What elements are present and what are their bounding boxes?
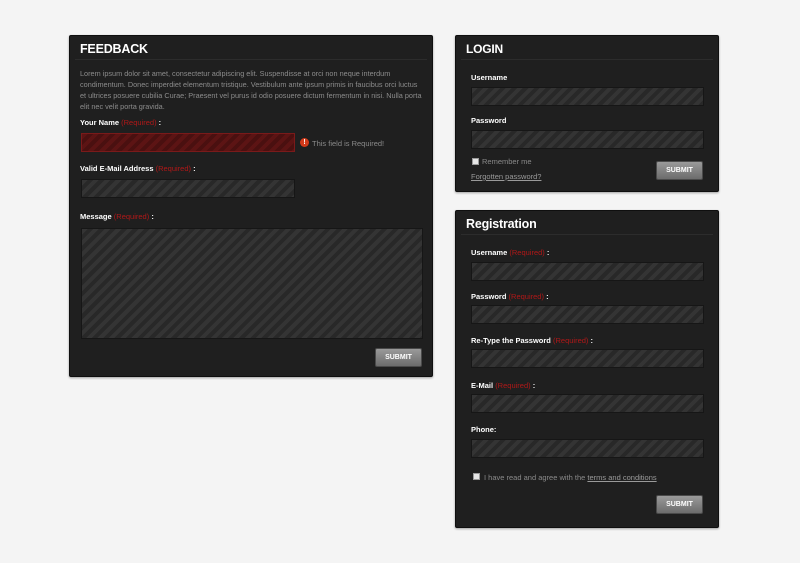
reg-email-text: E-Mail (471, 381, 494, 390)
reg-password-text: Password (471, 292, 507, 301)
reg-username-text: Username (471, 248, 508, 257)
reg-username-colon: : (546, 248, 550, 257)
reg-retype-text: Re-Type the Password (471, 336, 551, 345)
reg-retype-input[interactable] (471, 349, 704, 368)
login-password-label: Password (471, 116, 507, 125)
email-input[interactable] (81, 179, 295, 198)
reg-phone-input[interactable] (471, 439, 704, 458)
feedback-title: FEEDBACK (75, 36, 427, 60)
name-colon: : (158, 118, 162, 127)
email-required: (Required) (155, 164, 192, 173)
terms-link[interactable]: terms and conditions (587, 473, 656, 482)
forgot-password-link[interactable]: Forgotten password? (471, 172, 541, 181)
name-label: Your Name (Required) : (80, 118, 161, 127)
message-label: Message (Required) : (80, 212, 154, 221)
reg-username-input[interactable] (471, 262, 704, 281)
reg-password-label: Password (Required) : (471, 292, 549, 301)
agree-text: I have read and agree with the (484, 473, 586, 482)
error-icon: ! (300, 138, 309, 147)
reg-retype-colon: : (590, 336, 594, 345)
reg-username-required: (Required) (509, 248, 545, 257)
login-password-input[interactable] (471, 130, 704, 149)
reg-phone-label: Phone: (471, 425, 497, 434)
message-label-text: Message (80, 212, 112, 221)
reg-retype-required: (Required) (552, 336, 589, 345)
registration-panel: Registration Username (Required) : Passw… (455, 210, 719, 528)
remember-checkbox[interactable] (472, 158, 479, 165)
login-panel: LOGIN Username Password Remember me Forg… (455, 35, 719, 192)
reg-email-input[interactable] (471, 394, 704, 413)
login-username-input[interactable] (471, 87, 704, 106)
message-colon: : (151, 212, 154, 221)
name-error-text: This field is Required! (312, 139, 385, 148)
registration-title: Registration (461, 211, 713, 235)
reg-email-label: E-Mail (Required) : (471, 381, 535, 390)
message-textarea[interactable] (81, 228, 423, 339)
login-submit-button[interactable]: SUBMIT (656, 161, 703, 180)
reg-password-colon: : (546, 292, 549, 301)
email-label: Valid E-Mail Address (Required) : (80, 164, 196, 173)
reg-retype-label: Re-Type the Password (Required) : (471, 336, 593, 345)
feedback-panel: FEEDBACK Lorem ipsum dolor sit amet, con… (69, 35, 433, 377)
remember-label: Remember me (482, 157, 532, 166)
login-title: LOGIN (461, 36, 713, 60)
reg-username-label: Username (Required) : (471, 248, 549, 257)
feedback-description: Lorem ipsum dolor sit amet, consectetur … (80, 69, 422, 111)
reg-password-required: (Required) (508, 292, 544, 301)
email-label-text: Valid E-Mail Address (80, 164, 154, 173)
reg-password-input[interactable] (471, 305, 704, 324)
message-required: (Required) (113, 212, 150, 221)
terms-checkbox[interactable] (473, 473, 480, 480)
login-username-label: Username (471, 73, 508, 82)
name-required: (Required) (121, 118, 157, 127)
feedback-submit-button[interactable]: SUBMIT (375, 348, 422, 367)
name-label-text: Your Name (80, 118, 120, 127)
terms-text: I have read and agree with the terms and… (484, 473, 657, 482)
reg-email-colon: : (532, 381, 536, 390)
email-colon: : (193, 164, 196, 173)
name-input[interactable] (81, 133, 295, 152)
reg-email-required: (Required) (495, 381, 531, 390)
registration-submit-button[interactable]: SUBMIT (656, 495, 703, 514)
